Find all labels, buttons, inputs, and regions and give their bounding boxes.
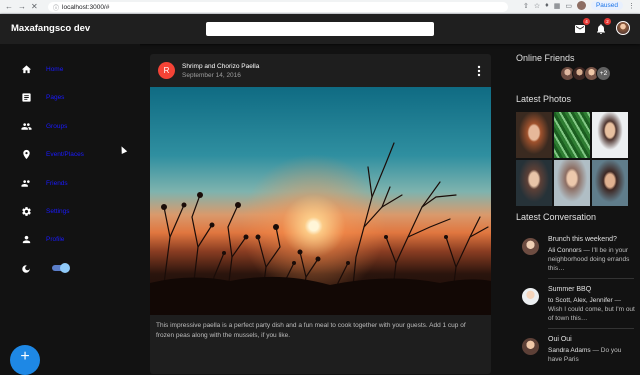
toggle-knob xyxy=(60,263,70,273)
pages-icon xyxy=(20,91,32,103)
plant-silhouette xyxy=(150,142,491,316)
mail-badge: 4 xyxy=(583,18,590,25)
more-friends-count[interactable]: +2 xyxy=(596,66,611,81)
post-description: This impressive paella is a perfect part… xyxy=(156,322,466,339)
settings-icon xyxy=(20,205,32,217)
conversation-avatar xyxy=(522,288,539,305)
more-vert-icon[interactable] xyxy=(477,64,481,77)
right-panel: Online Friends +2 Latest Photos Latest C… xyxy=(516,44,640,363)
conversation-title: Oui Oui xyxy=(548,336,572,343)
friends-icon xyxy=(20,177,32,189)
sidebar-item-label: Settings xyxy=(46,207,70,215)
paused-chip[interactable]: Paused xyxy=(590,1,623,10)
user-avatar[interactable] xyxy=(616,21,630,35)
sidebar-item-groups[interactable]: Groups xyxy=(20,119,67,133)
photo-thumbnail[interactable] xyxy=(592,160,628,206)
conversation-snippet: Sandra Adams — Do you have Paris xyxy=(548,347,622,363)
post-date: September 14, 2016 xyxy=(182,72,241,79)
sidebar-item-label: Profile xyxy=(46,235,65,243)
sidebar-item-friends[interactable]: Friends xyxy=(20,176,68,190)
mail-button[interactable]: 4 xyxy=(574,18,590,34)
sidebar-item-profile[interactable]: Profile xyxy=(20,232,64,246)
browser-actions: ⇧ ☆ ♦ ▦ ▭ Paused ⋮ xyxy=(523,1,635,10)
sidepanel-icon[interactable]: ▭ xyxy=(565,2,572,10)
mail-icon xyxy=(575,25,585,33)
latest-photos-grid xyxy=(516,112,628,206)
conversation-avatar xyxy=(522,338,539,355)
conversation-snippet: to Scott, Alex, Jennifer — Wish I could … xyxy=(548,297,635,322)
sidebar-item-label: Home xyxy=(46,65,64,73)
share-icon[interactable]: ⇧ xyxy=(523,2,529,10)
photo-thumbnail[interactable] xyxy=(554,160,590,206)
conversation-title: Summer BBQ xyxy=(548,286,592,293)
profile-icon xyxy=(20,233,32,245)
groups-icon xyxy=(20,120,32,132)
divider xyxy=(548,278,634,279)
photo-thumbnail[interactable] xyxy=(554,112,590,158)
back-icon[interactable]: ← xyxy=(5,2,13,11)
url-text: localhost:3000/# xyxy=(62,3,110,11)
photo-thumbnail[interactable] xyxy=(516,160,552,206)
dark-mode-row xyxy=(20,262,32,276)
sidebar-item-label: Groups xyxy=(46,122,68,130)
sidebar-item-label: Event/Places xyxy=(46,150,84,158)
extensions-icon[interactable]: ♦ xyxy=(545,2,549,9)
post-card: R Shrimp and Chorizo Paella September 14… xyxy=(150,54,491,374)
close-icon[interactable]: ✕ xyxy=(31,2,38,11)
add-fab-button[interactable]: + xyxy=(10,345,40,375)
sidebar: Home Pages Groups Event/Places Friends S… xyxy=(0,44,140,360)
home-icon xyxy=(20,63,32,75)
notifications-badge: 2 xyxy=(604,18,611,25)
photo-thumbnail[interactable] xyxy=(516,112,552,158)
browser-profile-avatar[interactable] xyxy=(576,1,586,10)
online-friends-avatars: +2 xyxy=(560,66,611,81)
post-title: Shrimp and Chorizo Paella xyxy=(182,63,260,70)
latest-conversation-title: Latest Conversation xyxy=(516,212,597,222)
search-input[interactable] xyxy=(206,22,434,36)
sidebar-item-pages[interactable]: Pages xyxy=(20,90,64,104)
bell-icon xyxy=(597,24,605,34)
latest-photos-title: Latest Photos xyxy=(516,94,572,104)
sidebar-item-label: Pages xyxy=(46,93,65,101)
app-title: Maxafangsco dev xyxy=(11,23,91,34)
photo-thumbnail[interactable] xyxy=(592,112,628,158)
post-image xyxy=(150,87,491,316)
moon-icon xyxy=(20,263,32,275)
dark-mode-toggle[interactable] xyxy=(52,263,70,273)
conversation-title: Brunch this weekend? xyxy=(548,236,617,243)
conversation-snippet: Ali Connors — I'll be in your neighborho… xyxy=(548,247,630,272)
info-icon[interactable]: ⓘ xyxy=(53,3,59,12)
app-bar: Maxafangsco dev 4 2 xyxy=(0,14,640,44)
post-avatar: R xyxy=(158,62,175,79)
place-icon xyxy=(20,148,32,160)
browser-toolbar: ← → ✕ ⓘ localhost:3000/# ⇧ ☆ ♦ ▦ ▭ Pause… xyxy=(0,0,640,14)
forward-icon[interactable]: → xyxy=(18,2,26,11)
appbar-actions: 4 2 xyxy=(574,18,630,35)
sidebar-item-settings[interactable]: Settings xyxy=(20,204,70,218)
sidebar-item-events[interactable]: Event/Places xyxy=(20,147,84,161)
online-friends-title: Online Friends xyxy=(516,53,575,63)
sidebar-item-label: Friends xyxy=(46,179,68,187)
notifications-button[interactable]: 2 xyxy=(595,18,611,34)
sidebar-item-home[interactable]: Home xyxy=(20,62,63,76)
divider xyxy=(548,328,634,329)
star-icon[interactable]: ☆ xyxy=(534,2,540,10)
menu-icon[interactable]: ⋮ xyxy=(628,2,635,10)
conversation-avatar xyxy=(522,238,539,255)
address-bar[interactable]: ⓘ localhost:3000/# xyxy=(48,2,508,12)
browser-nav: ← → ✕ xyxy=(0,2,48,11)
extension-icon[interactable]: ▦ xyxy=(554,2,561,10)
